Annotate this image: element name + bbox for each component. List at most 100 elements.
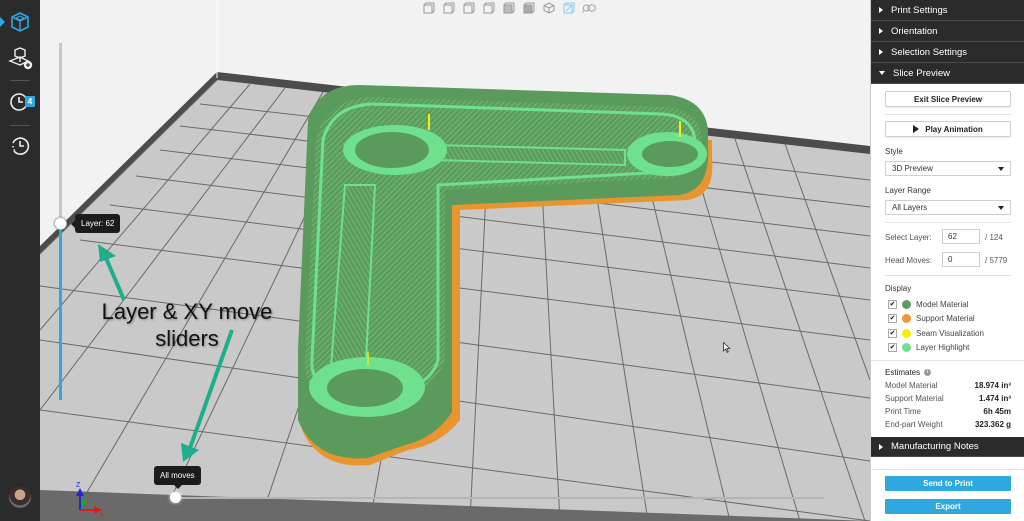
- head-moves-input[interactable]: 0: [942, 252, 980, 267]
- nav-add-model-button[interactable]: [0, 40, 40, 76]
- export-button[interactable]: Export: [885, 499, 1011, 514]
- cube-top-icon: [503, 2, 515, 14]
- estimate-value: 6h 45m: [983, 407, 1011, 416]
- annotation-text: Layer & XY move sliders: [101, 299, 273, 351]
- style-select[interactable]: 3D Preview: [885, 161, 1011, 176]
- 3d-viewport[interactable]: Z Y X Layer: 62 Layer & XY move sliders: [40, 0, 870, 521]
- app-window: 4 Z Y X Layer: 62 Layer & XY move slider…: [0, 0, 1024, 521]
- divider: [871, 360, 1024, 361]
- divider: [871, 469, 1024, 470]
- chevron-down-icon: [998, 167, 1004, 171]
- estimate-row: Print Time 6h 45m: [885, 407, 1011, 416]
- select-layer-total: / 124: [985, 233, 1003, 242]
- mouse-cursor-icon: [723, 342, 731, 353]
- bottom-view-button[interactable]: [522, 1, 536, 15]
- user-avatar[interactable]: [9, 486, 31, 508]
- estimate-value: 323.362 g: [974, 420, 1011, 429]
- layer-range-label: Layer Range: [885, 186, 931, 195]
- color-swatch: [902, 299, 911, 309]
- expand-arrow-icon: [879, 49, 883, 55]
- moves-slider-track[interactable]: [178, 497, 824, 499]
- nav-history-button[interactable]: [0, 128, 40, 164]
- display-item-model-material[interactable]: ✔ Model Material: [888, 298, 968, 310]
- section-label: Orientation: [891, 25, 938, 37]
- section-orientation[interactable]: Orientation: [871, 21, 1024, 42]
- play-animation-button[interactable]: Play Animation: [885, 121, 1011, 137]
- estimate-label: Support Material: [885, 394, 944, 403]
- style-label: Style: [885, 147, 903, 156]
- layer-tooltip: Layer: 62: [70, 214, 121, 233]
- estimate-row: Support Material 1.474 in³: [885, 394, 1011, 403]
- send-to-print-button[interactable]: Send to Print: [885, 476, 1011, 491]
- style-value: 3D Preview: [892, 164, 933, 173]
- axis-x-label: X: [100, 513, 104, 519]
- cube-back-icon: [443, 2, 455, 14]
- section-label: Manufacturing Notes: [891, 441, 979, 452]
- display-item-label: Model Material: [916, 299, 969, 309]
- history-icon: [12, 137, 30, 155]
- color-swatch: [902, 342, 911, 352]
- color-swatch: [902, 313, 911, 323]
- estimate-value: 18.974 in³: [974, 381, 1011, 390]
- layer-slider-handle[interactable]: [54, 217, 67, 230]
- magnify-cube-icon: [582, 4, 596, 13]
- left-nav-rail: 4: [0, 0, 40, 521]
- view-toolbar: [418, 0, 600, 16]
- display-item-layer-highlight[interactable]: ✔ Layer Highlight: [888, 341, 969, 353]
- rail-divider: [10, 125, 30, 126]
- estimate-label: Model Material: [885, 381, 938, 390]
- front-view-button[interactable]: [422, 1, 436, 15]
- section-manufacturing-notes[interactable]: Manufacturing Notes: [871, 437, 1024, 457]
- top-view-button[interactable]: [502, 1, 516, 15]
- collapse-arrow-icon: [879, 71, 885, 75]
- section-label: Slice Preview: [893, 67, 951, 79]
- moves-slider-handle[interactable]: [170, 492, 181, 503]
- section-print-settings[interactable]: Print Settings: [871, 0, 1024, 21]
- queue-count-badge: 4: [25, 96, 35, 107]
- right-view-button[interactable]: [482, 1, 496, 15]
- info-icon[interactable]: i: [924, 369, 932, 376]
- expand-arrow-icon: [879, 7, 883, 13]
- left-view-button[interactable]: [462, 1, 476, 15]
- section-label: Selection Settings: [891, 46, 968, 58]
- expand-arrow-icon: [879, 443, 883, 450]
- section-slice-preview[interactable]: Slice Preview: [871, 63, 1024, 84]
- display-item-support-material[interactable]: ✔ Support Material: [888, 312, 975, 324]
- axis-z-label: Z: [76, 482, 81, 489]
- perspective-view-button[interactable]: [562, 1, 576, 15]
- layer-range-select[interactable]: All Layers: [885, 200, 1011, 215]
- head-moves-total: / 5779: [985, 256, 1008, 265]
- cube-perspective-icon: [563, 2, 575, 14]
- section-selection-settings[interactable]: Selection Settings: [871, 42, 1024, 63]
- exit-slice-preview-button[interactable]: Exit Slice Preview: [885, 91, 1011, 107]
- checkbox-checked[interactable]: ✔: [888, 313, 897, 323]
- cube-iso-icon: [543, 2, 555, 14]
- checkbox-checked[interactable]: ✔: [888, 342, 897, 352]
- checkbox-checked[interactable]: ✔: [888, 299, 897, 309]
- display-item-label: Support Material: [916, 313, 975, 323]
- zoom-fit-button[interactable]: [582, 1, 596, 15]
- divider: [885, 222, 1011, 223]
- estimate-value: 1.474 in³: [978, 394, 1011, 403]
- select-layer-input[interactable]: 62: [942, 229, 980, 244]
- checkbox-checked[interactable]: ✔: [888, 328, 897, 338]
- isometric-view-button[interactable]: [542, 1, 556, 15]
- cube-left-icon: [463, 2, 475, 14]
- back-view-button[interactable]: [442, 1, 456, 15]
- build-scene: Z Y X: [40, 0, 870, 521]
- layer-slider-fill: [59, 224, 62, 400]
- color-swatch: [902, 328, 911, 338]
- estimate-label: End-part Weight: [885, 420, 943, 429]
- display-item-seam-visualization[interactable]: ✔ Seam Visualization: [888, 327, 984, 339]
- add-part-icon: [8, 47, 33, 70]
- divider: [885, 275, 1011, 276]
- play-animation-label: Play Animation: [925, 124, 983, 134]
- cube-right-icon: [483, 2, 495, 14]
- nav-prepare-button[interactable]: [0, 4, 40, 40]
- rail-divider: [10, 80, 30, 81]
- estimates-label: Estimates: [885, 368, 921, 377]
- estimate-row: Model Material 18.974 in³: [885, 381, 1011, 390]
- cube-bottom-icon: [523, 2, 535, 14]
- select-layer-label: Select Layer:: [885, 233, 932, 242]
- estimate-row: End-part Weight 323.362 g: [885, 420, 1011, 429]
